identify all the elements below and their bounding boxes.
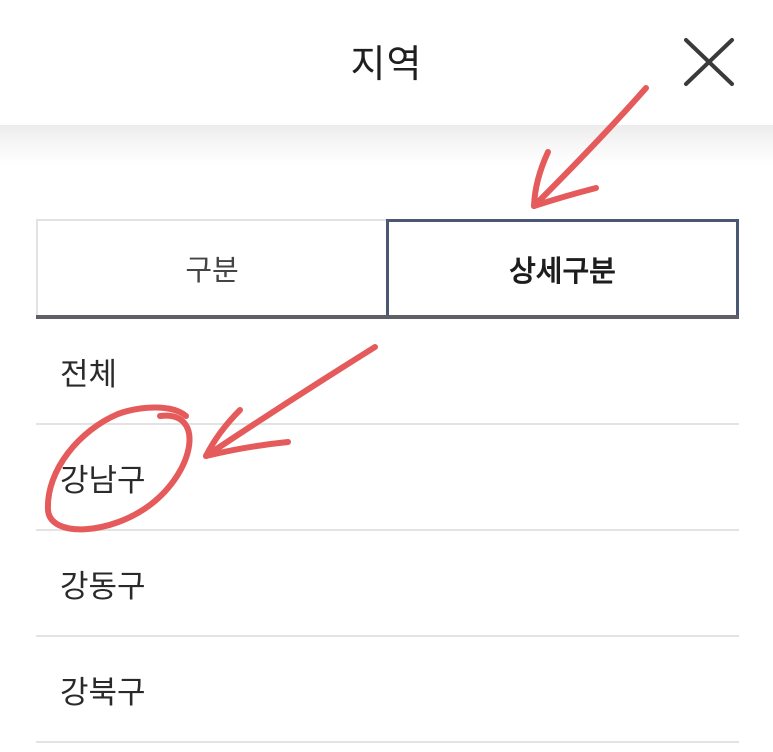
tab-detail-category[interactable]: 상세구분 (386, 219, 739, 315)
header-shadow (0, 125, 773, 165)
list-item-gangnam[interactable]: 강남구 (36, 425, 739, 531)
list-item-all[interactable]: 전체 (36, 319, 739, 425)
tab-bar: 구분 상세구분 (36, 219, 739, 315)
district-list: 전체 강남구 강동구 강북구 (36, 319, 739, 743)
tab-category[interactable]: 구분 (36, 219, 387, 315)
close-icon (684, 38, 734, 86)
modal-header: 지역 (0, 0, 773, 130)
page-title: 지역 (350, 42, 423, 86)
list-item-gangdong[interactable]: 강동구 (36, 531, 739, 637)
list-item-gangbuk[interactable]: 강북구 (36, 637, 739, 743)
close-button[interactable] (680, 36, 738, 88)
annotation-arrowhead-tab-bottom (531, 185, 599, 209)
